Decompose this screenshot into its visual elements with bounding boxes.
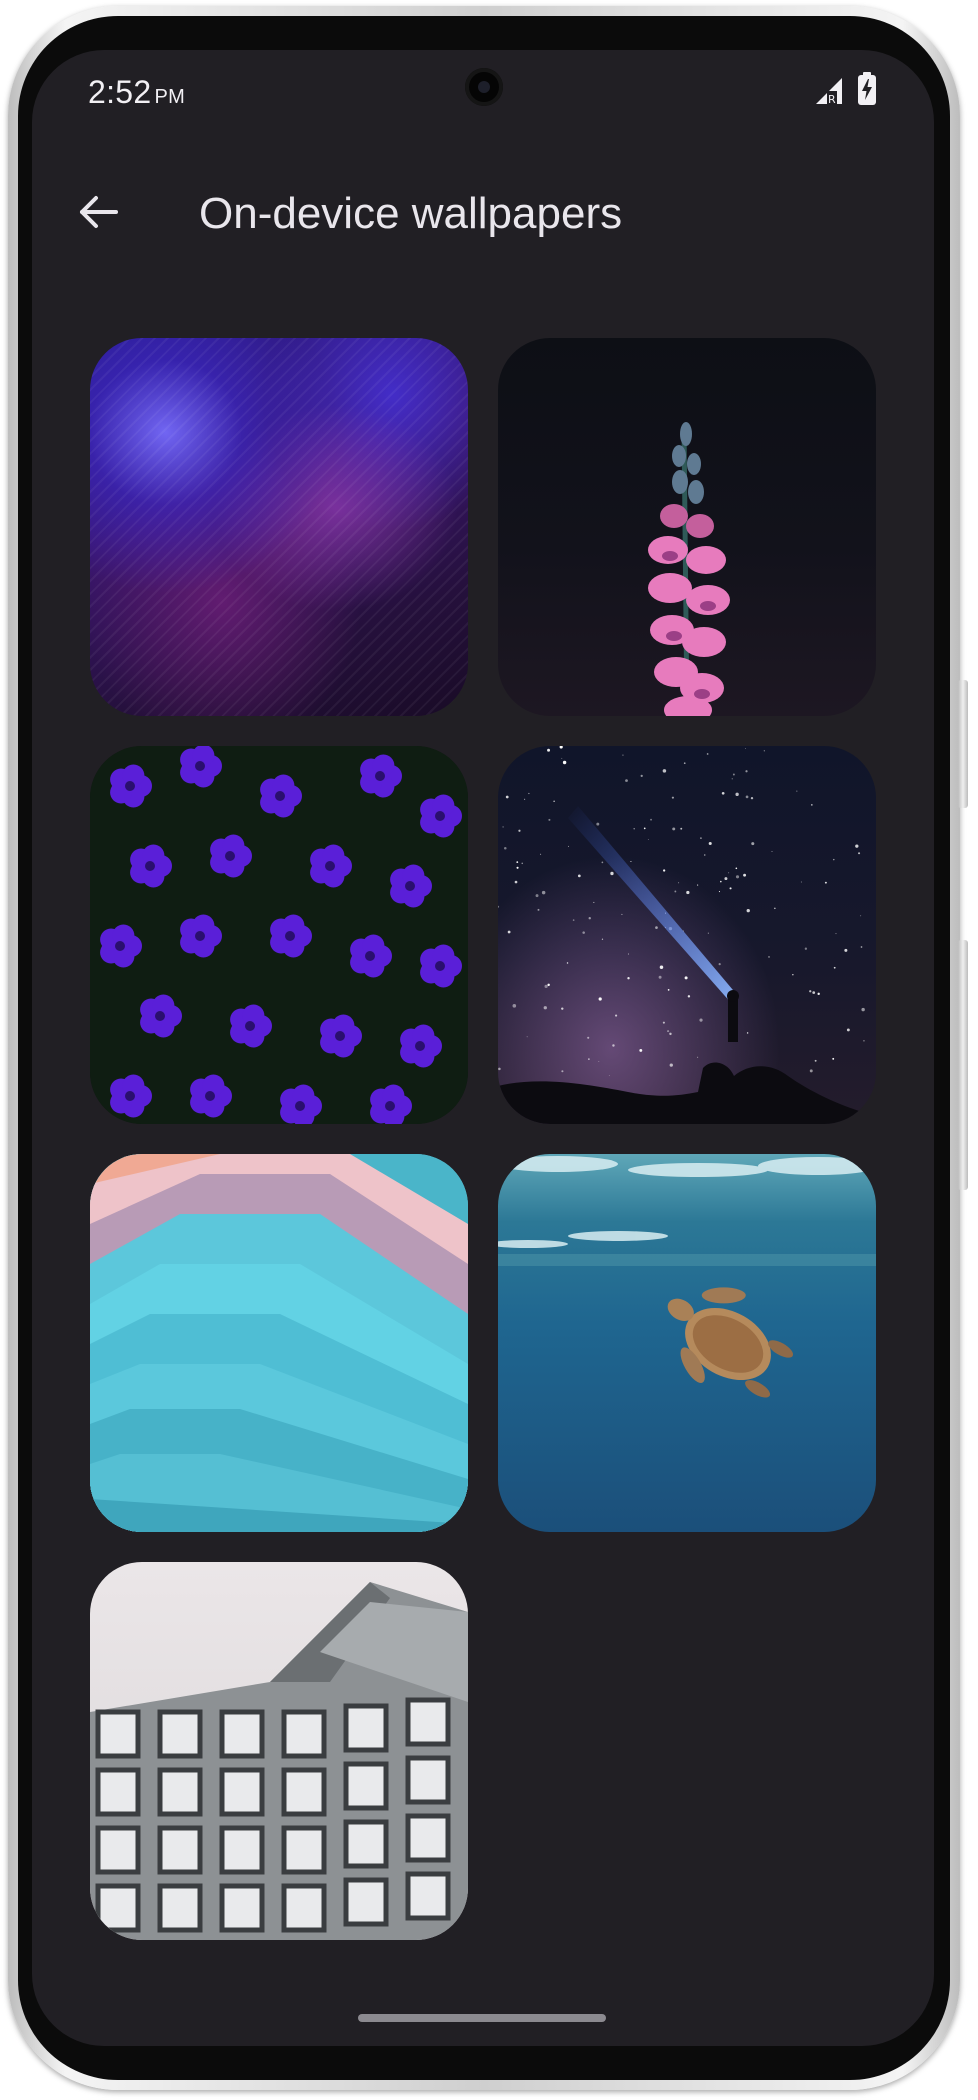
wallpaper-purple-paint[interactable] <box>90 338 468 716</box>
signal-icon: R <box>816 78 842 106</box>
wallpaper-sea-turtle[interactable] <box>498 1154 876 1532</box>
starry-sky-image <box>498 746 876 1124</box>
wallpaper-grid <box>90 338 876 1940</box>
volume-button <box>958 940 968 1190</box>
wallpaper-violet-flowers[interactable] <box>90 746 468 1124</box>
gesture-nav-handle[interactable] <box>358 2014 606 2022</box>
wallpaper-pink-flower[interactable] <box>498 338 876 716</box>
page-title: On-device wallpapers <box>199 189 623 238</box>
status-time-value: 2:52 <box>88 74 152 110</box>
front-camera <box>465 68 503 106</box>
screen: 2:52 PM R On-device wallpapers <box>32 50 934 2046</box>
power-button <box>958 680 968 808</box>
arrow-back-icon <box>80 196 118 228</box>
back-button[interactable] <box>66 180 130 244</box>
svg-text:R: R <box>828 93 836 106</box>
wallpaper-building[interactable] <box>90 1562 468 1940</box>
sea-turtle-image <box>498 1156 876 1398</box>
status-clock: 2:52 PM <box>88 74 185 111</box>
layered-paper-image <box>90 1154 468 1532</box>
building-image <box>90 1582 468 1940</box>
wallpaper-starry-sky[interactable] <box>498 746 876 1124</box>
status-ampm: PM <box>154 86 186 108</box>
violet-flowers-image <box>90 746 468 1124</box>
battery-charging-icon <box>858 72 876 105</box>
flower-image <box>648 422 730 716</box>
wallpaper-layered-paper[interactable] <box>90 1154 468 1532</box>
